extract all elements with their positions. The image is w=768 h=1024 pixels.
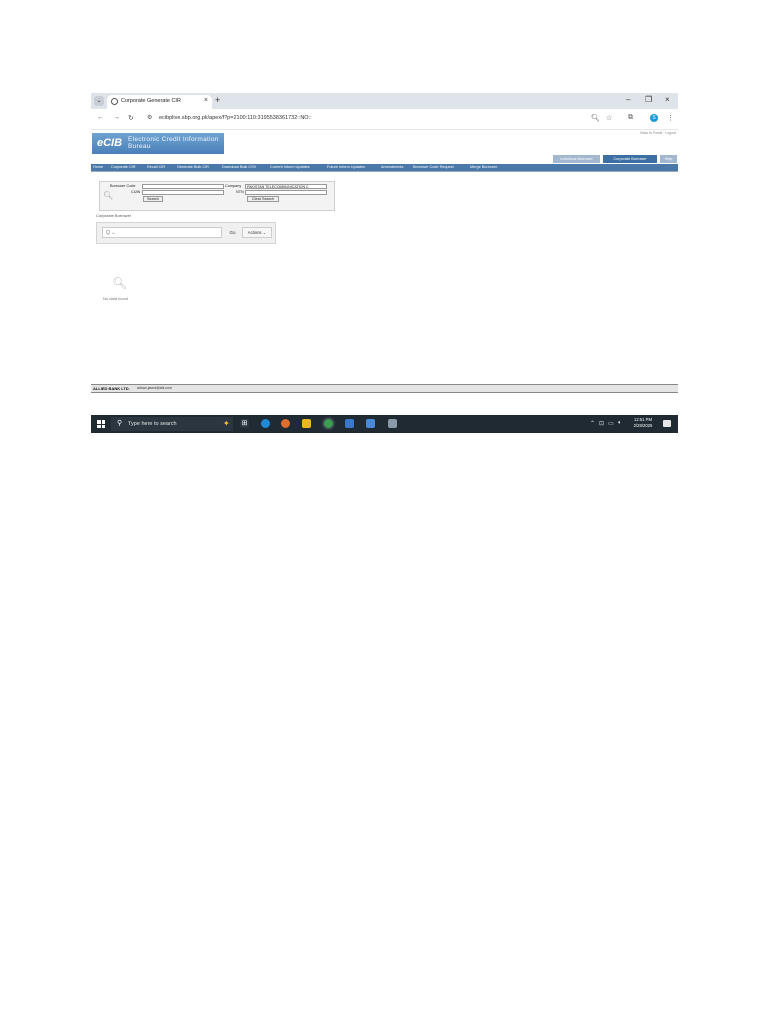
ecib-logo: eCIB Electronic Credit Information Burea… <box>92 133 224 154</box>
screenshot: ⌄ Corporate Generate CIR × + – ❐ × ← → ↻… <box>91 93 678 433</box>
logo-subtitle: Electronic Credit Information Bureau <box>128 136 219 150</box>
footer-bank-name: ALLIED BANK LTD. <box>93 386 130 391</box>
tab-search-dropdown[interactable]: ⌄ <box>94 96 104 106</box>
extensions-icon[interactable]: ⧉ <box>628 114 633 122</box>
site-settings-icon[interactable]: ⚙ <box>147 114 152 121</box>
tab-individual-borrower[interactable]: Individual Borrower <box>553 155 600 163</box>
search-form-icon: 🔍︎ <box>103 191 114 200</box>
file-explorer-icon[interactable] <box>302 419 311 428</box>
restore-button[interactable]: ❐ <box>645 95 652 104</box>
address-bar[interactable]: ⚙ ecibplive.sbp.org.pk/apex/f?p=2100:110… <box>143 113 593 125</box>
borrower-code-input[interactable] <box>142 184 224 189</box>
company-label: Company <box>225 184 242 188</box>
menu-future-inform-updates[interactable]: Future Inform Updates <box>327 165 365 169</box>
tab-corporate-borrower[interactable]: Corporate Borrower <box>603 155 657 163</box>
tray-battery-icon[interactable]: ▭ <box>608 420 614 427</box>
menu-recall-cir[interactable]: Recall CIR <box>147 165 165 169</box>
menu-current-inform-updates[interactable]: Current Inform Updates <box>270 165 310 169</box>
favicon-icon <box>111 98 118 105</box>
search-column-icon[interactable]: Q ⌄ <box>106 230 115 236</box>
new-tab-button[interactable]: + <box>215 95 220 105</box>
tray-volume-icon[interactable]: 🔈︎ <box>618 420 622 427</box>
notification-icon[interactable] <box>663 420 671 427</box>
menu-corporate-cir[interactable]: Corporate CIR <box>111 165 135 169</box>
menu-download-bulk-csv[interactable]: Download Bulk CSV <box>222 165 256 169</box>
windows-start-icon[interactable] <box>97 420 105 428</box>
chrome-icon[interactable] <box>324 419 333 428</box>
defender-icon[interactable] <box>345 419 354 428</box>
ntn-input[interactable] <box>245 190 327 195</box>
profile-avatar[interactable]: S <box>650 114 658 122</box>
clear-search-button[interactable]: Clear Search <box>247 196 279 202</box>
footer-user-email: adnan.javed@abl.com <box>137 386 172 391</box>
reload-icon[interactable]: ↻ <box>128 114 134 122</box>
browser-tab-bar: ⌄ Corporate Generate CIR × + – ❐ × <box>91 93 678 109</box>
windows-taskbar: ⚲ Type here to search ✦ ⊞ ⌃ ⊡ ▭ 🔈︎ 12:51… <box>91 415 678 433</box>
search-highlight-icon: ✦ <box>223 419 230 428</box>
cuin-input[interactable] <box>142 190 224 195</box>
tray-overflow-icon[interactable]: ⌃ <box>590 420 595 427</box>
menu-merge-borrower[interactable]: Merge Borrower <box>470 165 497 169</box>
taskbar-clock[interactable]: 12:51 PM 2/28/2025 <box>629 417 657 429</box>
active-tab[interactable]: Corporate Generate CIR × <box>107 95 212 109</box>
taskbar-search-box[interactable]: ⚲ Type here to search ✦ <box>111 417 233 431</box>
menu-divider <box>91 171 678 172</box>
logo-mark: eCIB <box>97 137 123 149</box>
forward-icon[interactable]: → <box>113 114 120 121</box>
close-window-button[interactable]: × <box>665 95 670 104</box>
ntn-label: NTN <box>236 190 244 194</box>
no-data-search-icon: 🔍︎ <box>112 276 128 290</box>
report-search-input[interactable]: Q ⌄ <box>102 227 222 238</box>
portal-logout-links[interactable]: Back to Portal · Logout <box>640 131 676 135</box>
menu-kebab-icon[interactable]: ⋮ <box>667 114 674 122</box>
taskbar-search-placeholder: Type here to search <box>128 421 177 427</box>
back-icon[interactable]: ← <box>97 114 104 121</box>
search-form: 🔍︎ Borrower Code CUIN Search Company PAK… <box>99 181 335 211</box>
page-footer: ALLIED BANK LTD. adnan.javed@abl.com <box>91 385 678 393</box>
menu-generate-bulk-cir[interactable]: Generate Bulk CIR <box>177 165 209 169</box>
region-title: Corporate Borrower <box>96 213 132 218</box>
bookmark-star-icon[interactable]: ☆ <box>606 114 612 122</box>
cuin-label: CUIN <box>131 190 141 194</box>
actions-menu-button[interactable]: Actions ⌄ <box>242 227 272 238</box>
tab-help[interactable]: Help <box>660 155 677 163</box>
clock-date: 2/28/2025 <box>633 423 653 428</box>
menu-borrower-code-request[interactable]: Borrower Code Request <box>413 165 454 169</box>
tray-network-icon[interactable]: ⊡ <box>599 420 604 427</box>
borrower-code-label: Borrower Code <box>110 184 136 188</box>
url-text: ecibplive.sbp.org.pk/apex/f?p=2100:110:3… <box>159 115 312 121</box>
go-button[interactable]: Go <box>225 227 240 238</box>
zoom-icon[interactable]: 🔍︎ <box>591 114 600 122</box>
report-toolbar: Q ⌄ Go Actions ⌄ <box>96 222 276 244</box>
edge-icon[interactable] <box>261 419 270 428</box>
no-data-message: No data found <box>103 296 129 301</box>
company-input[interactable]: PAKISTAN TELECOMMUNICATION C <box>245 184 327 189</box>
browser-nav-bar: ← → ↻ ⚙ ecibplive.sbp.org.pk/apex/f?p=21… <box>91 109 678 130</box>
calculator-icon[interactable] <box>388 419 397 428</box>
menu-home[interactable]: Home <box>93 165 103 169</box>
tab-close-icon[interactable]: × <box>204 97 208 104</box>
tab-title: Corporate Generate CIR <box>121 98 181 104</box>
taskbar-search-icon: ⚲ <box>117 420 123 427</box>
outlook-icon[interactable] <box>366 419 375 428</box>
portal-tabs: Individual Borrower Corporate Borrower H… <box>553 155 678 164</box>
main-menu-bar: Home Corporate CIR Recall CIR Generate B… <box>91 164 678 171</box>
minimize-button[interactable]: – <box>626 95 630 104</box>
task-view-icon[interactable]: ⊞ <box>240 419 249 428</box>
search-button[interactable]: Search <box>143 196 163 202</box>
copilot-icon[interactable] <box>281 419 290 428</box>
menu-amendments[interactable]: Amendments <box>381 165 403 169</box>
